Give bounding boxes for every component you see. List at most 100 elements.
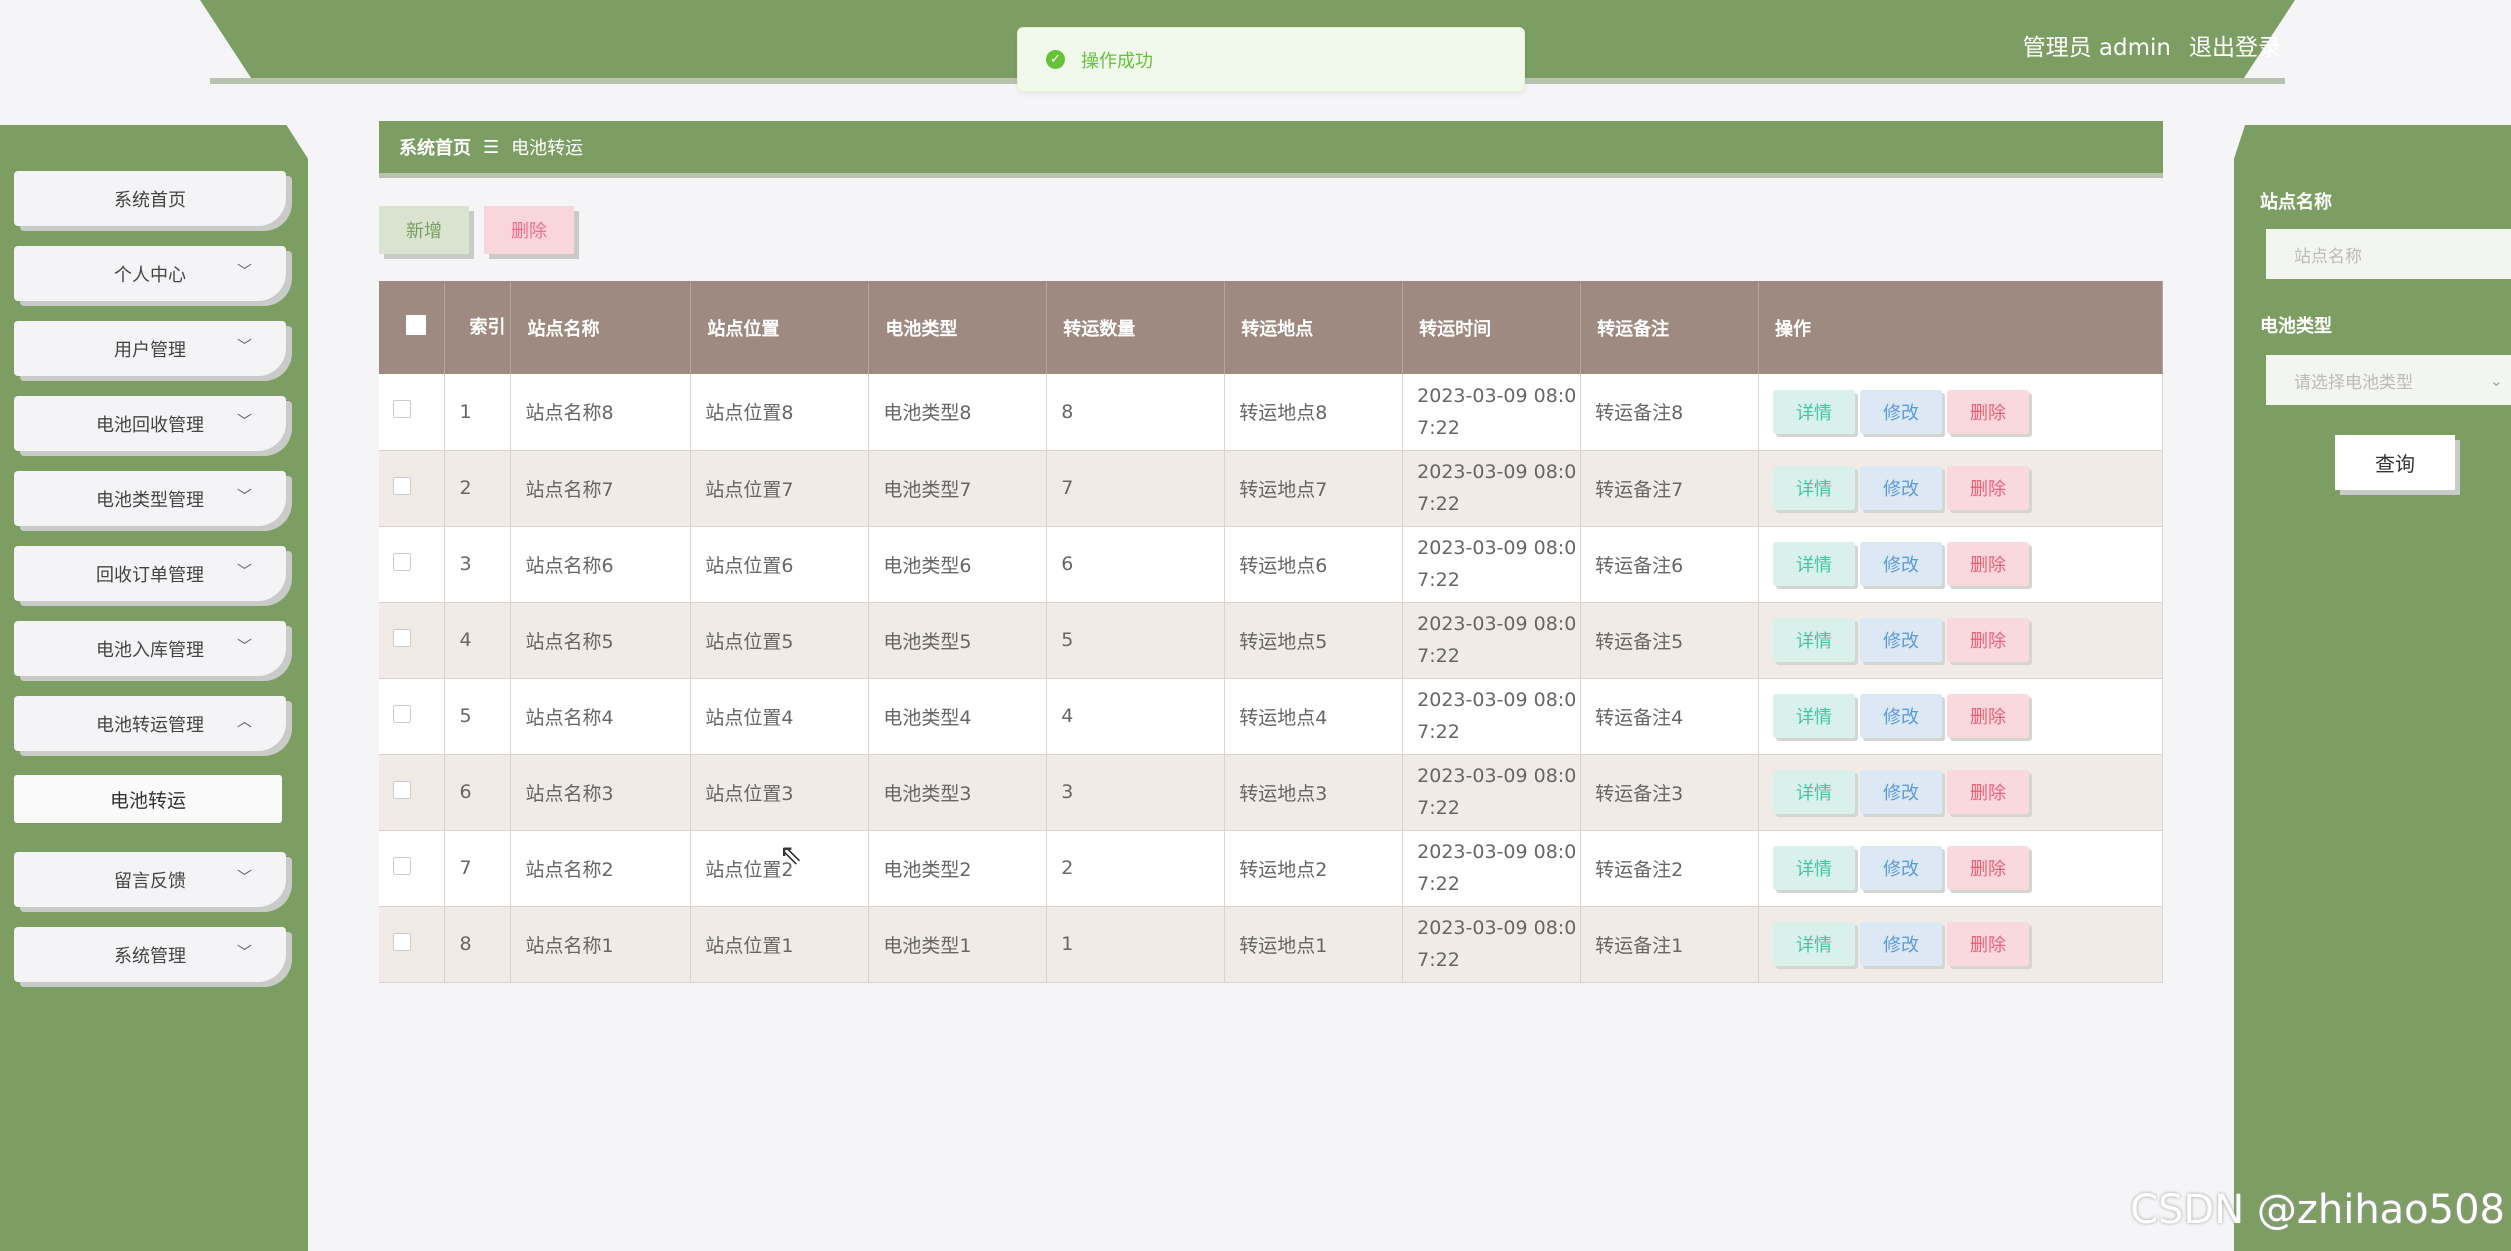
- row-checkbox[interactable]: [393, 932, 411, 951]
- detail-button[interactable]: 详情: [1773, 694, 1856, 738]
- station-filter-label: 站点名称: [2260, 192, 2332, 213]
- delete-button[interactable]: 删除: [1947, 694, 2030, 738]
- toast-message: 操作成功: [1081, 50, 1153, 72]
- cell-station-location: 站点位置3: [690, 754, 870, 831]
- sidebar-item-0[interactable]: 系统首页: [14, 171, 286, 226]
- cell-transport-time: 2023-03-09 08:0 7:22: [1402, 602, 1582, 679]
- cell-battery-type: 电池类型4: [868, 678, 1048, 755]
- edit-button[interactable]: 修改: [1860, 466, 1943, 510]
- row-checkbox[interactable]: [393, 780, 411, 799]
- detail-button[interactable]: 详情: [1773, 618, 1856, 662]
- sidebar-item-3[interactable]: 电池回收管理 ﹀: [14, 396, 286, 451]
- cell-actions: 详情 修改 删除: [1758, 830, 2163, 907]
- sidebar-item-7[interactable]: 电池转运管理 ︿: [14, 696, 286, 751]
- cell-transport-note: 转运备注6: [1580, 526, 1760, 603]
- cell-transport-dest: 转运地点4: [1224, 678, 1404, 755]
- detail-button[interactable]: 详情: [1773, 389, 1856, 434]
- cell-battery-type: 电池类型6: [868, 526, 1048, 603]
- delete-button[interactable]: 删除: [1947, 922, 2030, 966]
- time-line-2: 7:22: [1417, 721, 1460, 743]
- add-button[interactable]: 新增: [379, 206, 469, 254]
- select-all-header: [379, 281, 446, 374]
- edit-button[interactable]: 修改: [1860, 694, 1943, 738]
- cell-station-name: 站点名称7: [510, 450, 692, 527]
- edit-button[interactable]: 修改: [1860, 770, 1943, 814]
- breadcrumb-separator-icon: ☰: [483, 136, 500, 158]
- delete-button[interactable]: 删除: [1947, 389, 2030, 434]
- sidebar-item-6[interactable]: 电池入库管理 ﹀: [14, 621, 286, 676]
- cell-transport-note: 转运备注4: [1580, 678, 1760, 755]
- cell-transport-qty: 8: [1046, 374, 1226, 451]
- sidebar-item-4[interactable]: 电池类型管理 ﹀: [14, 471, 286, 526]
- cell-actions: 详情 修改 删除: [1758, 906, 2163, 983]
- cell-transport-time: 2023-03-09 08:0 7:22: [1402, 830, 1582, 907]
- select-all-checkbox[interactable]: [406, 315, 426, 335]
- row-select-cell: [379, 374, 446, 451]
- row-checkbox[interactable]: [393, 856, 411, 875]
- chevron-down-icon: ﹀: [236, 562, 252, 580]
- cell-station-location: 站点位置4: [690, 678, 870, 755]
- user-label[interactable]: 管理员 admin: [2023, 28, 2171, 62]
- row-select-cell: [379, 906, 446, 983]
- detail-button[interactable]: 详情: [1773, 542, 1856, 586]
- header-transport-qty: 转运数量: [1046, 281, 1226, 374]
- header-transport-dest: 转运地点: [1224, 281, 1404, 374]
- row-checkbox[interactable]: [393, 628, 411, 647]
- detail-button[interactable]: 详情: [1773, 922, 1856, 966]
- edit-button[interactable]: 修改: [1860, 618, 1943, 662]
- sidebar-item-label: 留言反馈: [114, 870, 186, 892]
- station-search-input[interactable]: 站点名称: [2266, 229, 2511, 279]
- edit-button[interactable]: 修改: [1860, 846, 1943, 890]
- cell-station-name: 站点名称3: [510, 754, 692, 831]
- row-checkbox[interactable]: [393, 552, 411, 571]
- delete-button[interactable]: 删除: [1947, 466, 2030, 510]
- table-row: 8 站点名称1 站点位置1 电池类型1 1 转运地点1 2023-03-09 08:0 7:2…: [379, 906, 2163, 983]
- cell-index: 5: [444, 678, 512, 755]
- row-checkbox[interactable]: [393, 476, 411, 495]
- cell-transport-note: 转运备注5: [1580, 602, 1760, 679]
- time-line-2: 7:22: [1417, 416, 1460, 439]
- sidebar-subitem-battery-transport[interactable]: 电池转运: [14, 775, 282, 823]
- chevron-down-icon: ﹀: [236, 412, 252, 430]
- logout-button[interactable]: 退出登录: [2189, 28, 2281, 62]
- time-line-1: 2023-03-09 08:0: [1417, 841, 1577, 863]
- cell-battery-type: 电池类型7: [868, 450, 1048, 527]
- cell-transport-time: 2023-03-09 08:0 7:22: [1402, 678, 1582, 755]
- battery-type-select[interactable]: 请选择电池类型 ⌄: [2266, 355, 2511, 405]
- delete-button[interactable]: 删除: [1947, 618, 2030, 662]
- cell-battery-type: 电池类型3: [868, 754, 1048, 831]
- delete-button[interactable]: 删除: [1947, 846, 2030, 890]
- edit-button[interactable]: 修改: [1860, 922, 1943, 966]
- cell-transport-dest: 转运地点8: [1224, 374, 1404, 451]
- breadcrumb-home[interactable]: 系统首页: [399, 134, 471, 160]
- sidebar-item-8[interactable]: 留言反馈 ﹀: [14, 852, 286, 907]
- row-select-cell: [379, 526, 446, 603]
- sidebar-item-9[interactable]: 系统管理 ﹀: [14, 927, 286, 982]
- sidebar-item-2[interactable]: 用户管理 ﹀: [14, 321, 286, 376]
- batch-delete-button[interactable]: 删除: [484, 206, 574, 254]
- row-checkbox[interactable]: [393, 400, 411, 419]
- detail-button[interactable]: 详情: [1773, 466, 1856, 510]
- chevron-down-icon: ﹀: [236, 337, 252, 355]
- cell-transport-dest: 转运地点6: [1224, 526, 1404, 603]
- cell-transport-time: 2023-03-09 08:0 7:22: [1402, 754, 1582, 831]
- time-line-2: 7:22: [1417, 645, 1460, 667]
- row-select-cell: [379, 678, 446, 755]
- sidebar-item-5[interactable]: 回收订单管理 ﹀: [14, 546, 286, 601]
- edit-button[interactable]: 修改: [1860, 542, 1943, 586]
- sidebar-item-label: 电池类型管理: [96, 489, 204, 511]
- delete-button[interactable]: 删除: [1947, 542, 2030, 586]
- query-button[interactable]: 查询: [2335, 435, 2455, 490]
- sidebar-item-1[interactable]: 个人中心 ﹀: [14, 246, 286, 301]
- row-checkbox[interactable]: [393, 704, 411, 723]
- time-line-2: 7:22: [1417, 873, 1460, 895]
- check-circle-icon: ✓: [1046, 50, 1065, 69]
- cell-station-location: 站点位置5: [690, 602, 870, 679]
- cell-station-location: 站点位置8: [690, 374, 870, 451]
- detail-button[interactable]: 详情: [1773, 770, 1856, 814]
- edit-button[interactable]: 修改: [1860, 389, 1943, 434]
- sidebar-item-label: 电池转运管理: [96, 714, 204, 736]
- breadcrumb-shadow: [379, 173, 2163, 178]
- delete-button[interactable]: 删除: [1947, 770, 2030, 814]
- detail-button[interactable]: 详情: [1773, 846, 1856, 890]
